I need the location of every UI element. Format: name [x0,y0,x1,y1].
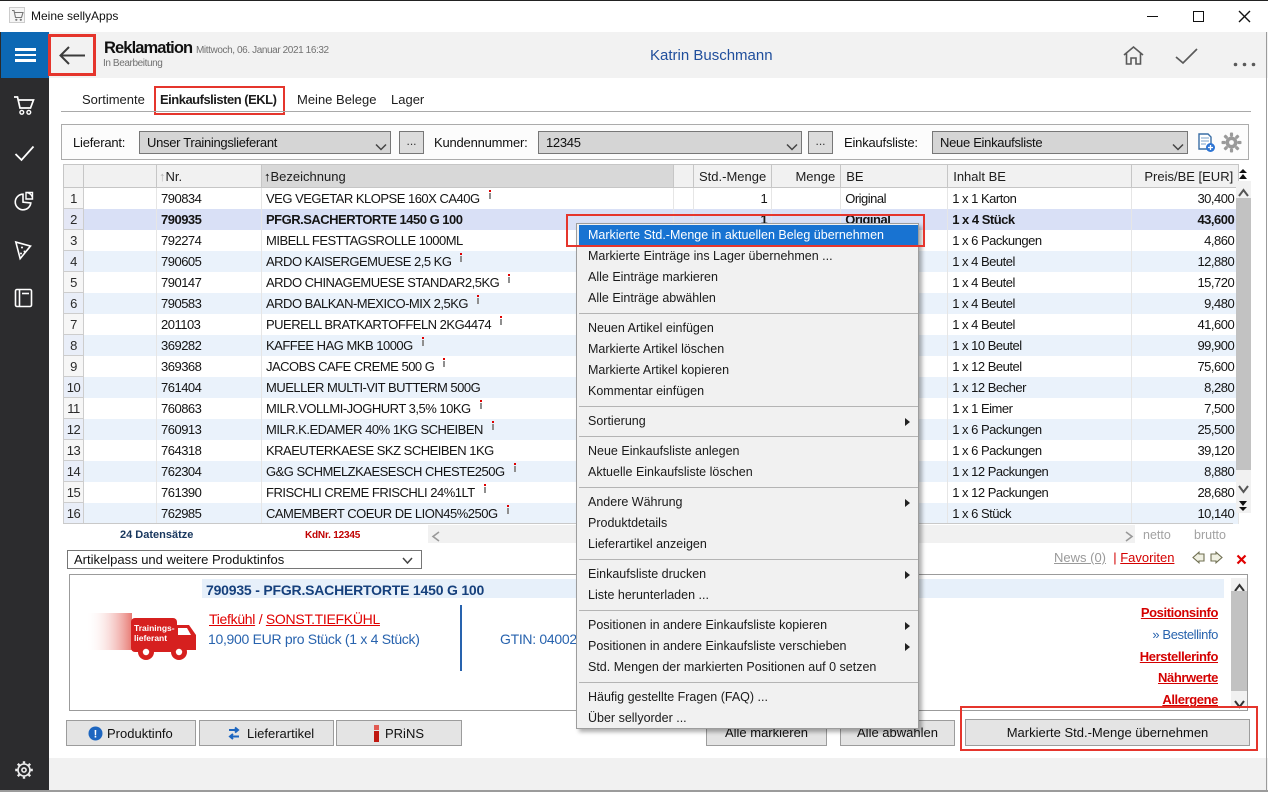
svg-text:!: ! [94,729,98,741]
svg-text:Trainings-: Trainings- [134,623,175,633]
svg-text:lieferant: lieferant [134,633,167,643]
